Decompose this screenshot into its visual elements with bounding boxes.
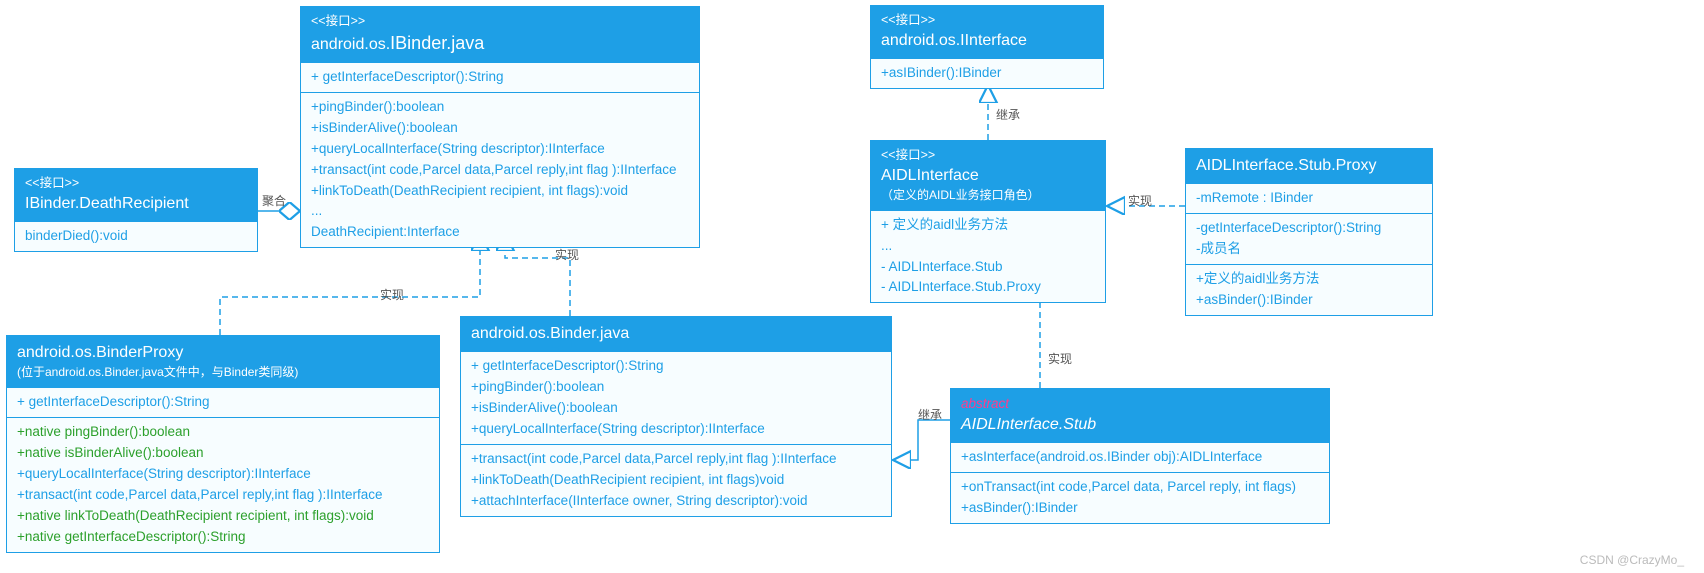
- class-title: android.os.IBinder.java: [311, 31, 689, 56]
- members-block-2: +native pingBinder():boolean +native isB…: [7, 417, 439, 552]
- method: +linkToDeath(DeathRecipient recipient, i…: [471, 470, 881, 491]
- method: +transact(int code,Parcel data,Parcel re…: [311, 160, 689, 181]
- abstract-keyword: abstract: [961, 395, 1319, 414]
- label-realize: 实现: [555, 246, 579, 263]
- class-header: AIDLInterface.Stub.Proxy: [1186, 149, 1432, 183]
- members-block-2: +transact(int code,Parcel data,Parcel re…: [461, 444, 891, 516]
- watermark: CSDN @CrazyMo_: [1580, 553, 1684, 567]
- class-header: android.os.BinderProxy (位于android.os.Bin…: [7, 336, 439, 387]
- method: +linkToDeath(DeathRecipient recipient, i…: [311, 181, 689, 202]
- members-block: + 定义的aidl业务方法 ... - AIDLInterface.Stub -…: [871, 210, 1105, 303]
- method: +queryLocalInterface(String descriptor):…: [471, 419, 881, 440]
- method: - AIDLInterface.Stub.Proxy: [881, 277, 1095, 298]
- method: +queryLocalInterface(String descriptor):…: [311, 139, 689, 160]
- method: +asBinder():IBinder: [1196, 290, 1422, 311]
- members-block-2: +pingBinder():boolean +isBinderAlive():b…: [301, 92, 699, 247]
- members-block-1: + getInterfaceDescriptor():String: [301, 62, 699, 92]
- method: + 定义的aidl业务方法: [881, 215, 1095, 236]
- method: +isBinderAlive():boolean: [311, 118, 689, 139]
- method: binderDied():void: [15, 221, 257, 251]
- class-header: <<接口>> android.os.IInterface: [871, 6, 1103, 58]
- class-title: android.os.Binder.java: [471, 323, 881, 345]
- label-realize: 实现: [1128, 192, 1152, 209]
- class-title: AIDLInterface: [881, 165, 1095, 187]
- label-aggregation: 聚合: [262, 192, 286, 209]
- method: +定义的aidl业务方法: [1196, 269, 1422, 290]
- method: +native linkToDeath(DeathRecipient recip…: [17, 506, 429, 527]
- class-title: android.os.BinderProxy: [17, 342, 429, 364]
- stereotype: <<接口>>: [881, 147, 1095, 165]
- members-block-1: +asInterface(android.os.IBinder obj):AID…: [951, 442, 1329, 472]
- method: + getInterfaceDescriptor():String: [311, 67, 689, 88]
- label-inherit: 继承: [996, 106, 1020, 123]
- class-aidl-interface: <<接口>> AIDLInterface （定义的AIDL业务接口角色） + 定…: [870, 140, 1106, 303]
- method: +onTransact(int code,Parcel data, Parcel…: [961, 477, 1319, 498]
- class-aidl-proxy: AIDLInterface.Stub.Proxy -mRemote : IBin…: [1185, 148, 1433, 316]
- method: DeathRecipient:Interface: [311, 222, 689, 243]
- method: +pingBinder():boolean: [311, 97, 689, 118]
- class-iinterface: <<接口>> android.os.IInterface +asIBinder(…: [870, 5, 1104, 89]
- class-binder-proxy: android.os.BinderProxy (位于android.os.Bin…: [6, 335, 440, 553]
- method: - AIDLInterface.Stub: [881, 257, 1095, 278]
- class-header: abstract AIDLInterface.Stub: [951, 389, 1329, 442]
- class-subtitle: (位于android.os.Binder.java文件中，与Binder类同级): [17, 364, 429, 381]
- label-inherit: 继承: [918, 406, 942, 423]
- members-block-1: + getInterfaceDescriptor():String: [7, 387, 439, 417]
- class-title: android.os.IInterface: [881, 30, 1093, 52]
- label-realize: 实现: [1048, 350, 1072, 367]
- label-realize: 实现: [380, 286, 404, 303]
- method: +native getInterfaceDescriptor():String: [17, 527, 429, 548]
- class-header: <<接口>> android.os.IBinder.java: [301, 7, 699, 62]
- members-block-2: +onTransact(int code,Parcel data, Parcel…: [951, 472, 1329, 523]
- method: + getInterfaceDescriptor():String: [471, 356, 881, 377]
- members-block-1: -mRemote : IBinder: [1186, 183, 1432, 213]
- class-header: <<接口>> AIDLInterface （定义的AIDL业务接口角色）: [871, 141, 1105, 210]
- class-header: android.os.Binder.java: [461, 317, 891, 351]
- members-block-1: + getInterfaceDescriptor():String +pingB…: [461, 351, 891, 444]
- stereotype: <<接口>>: [311, 13, 689, 31]
- class-title: AIDLInterface.Stub.Proxy: [1196, 155, 1422, 177]
- method: ...: [881, 236, 1095, 257]
- stereotype: <<接口>>: [25, 175, 247, 193]
- class-aidl-stub: abstract AIDLInterface.Stub +asInterface…: [950, 388, 1330, 524]
- field: -成员名: [1196, 239, 1422, 260]
- class-title: IBinder.DeathRecipient: [25, 193, 247, 215]
- class-title: AIDLInterface.Stub: [961, 414, 1319, 436]
- method: + getInterfaceDescriptor():String: [17, 392, 429, 413]
- method: +isBinderAlive():boolean: [471, 398, 881, 419]
- members-block-2: -getInterfaceDescriptor():String -成员名: [1186, 213, 1432, 264]
- method: +queryLocalInterface(String descriptor):…: [17, 464, 429, 485]
- class-subtitle: （定义的AIDL业务接口角色）: [881, 187, 1095, 204]
- class-death-recipient: <<接口>> IBinder.DeathRecipient binderDied…: [14, 168, 258, 252]
- method: +transact(int code,Parcel data,Parcel re…: [17, 485, 429, 506]
- class-ibinder: <<接口>> android.os.IBinder.java + getInte…: [300, 6, 700, 248]
- stereotype: <<接口>>: [881, 12, 1093, 30]
- method: -getInterfaceDescriptor():String: [1196, 218, 1422, 239]
- method: +native pingBinder():boolean: [17, 422, 429, 443]
- field: -mRemote : IBinder: [1196, 188, 1422, 209]
- method: +pingBinder():boolean: [471, 377, 881, 398]
- method: +attachInterface(IInterface owner, Strin…: [471, 491, 881, 512]
- class-binder: android.os.Binder.java + getInterfaceDes…: [460, 316, 892, 517]
- method: ...: [311, 201, 689, 222]
- method: +asBinder():IBinder: [961, 498, 1319, 519]
- method: +native isBinderAlive():boolean: [17, 443, 429, 464]
- method: +asIBinder():IBinder: [871, 58, 1103, 88]
- method: +transact(int code,Parcel data,Parcel re…: [471, 449, 881, 470]
- class-header: <<接口>> IBinder.DeathRecipient: [15, 169, 257, 221]
- method: +asInterface(android.os.IBinder obj):AID…: [961, 447, 1319, 468]
- members-block-3: +定义的aidl业务方法 +asBinder():IBinder: [1186, 264, 1432, 315]
